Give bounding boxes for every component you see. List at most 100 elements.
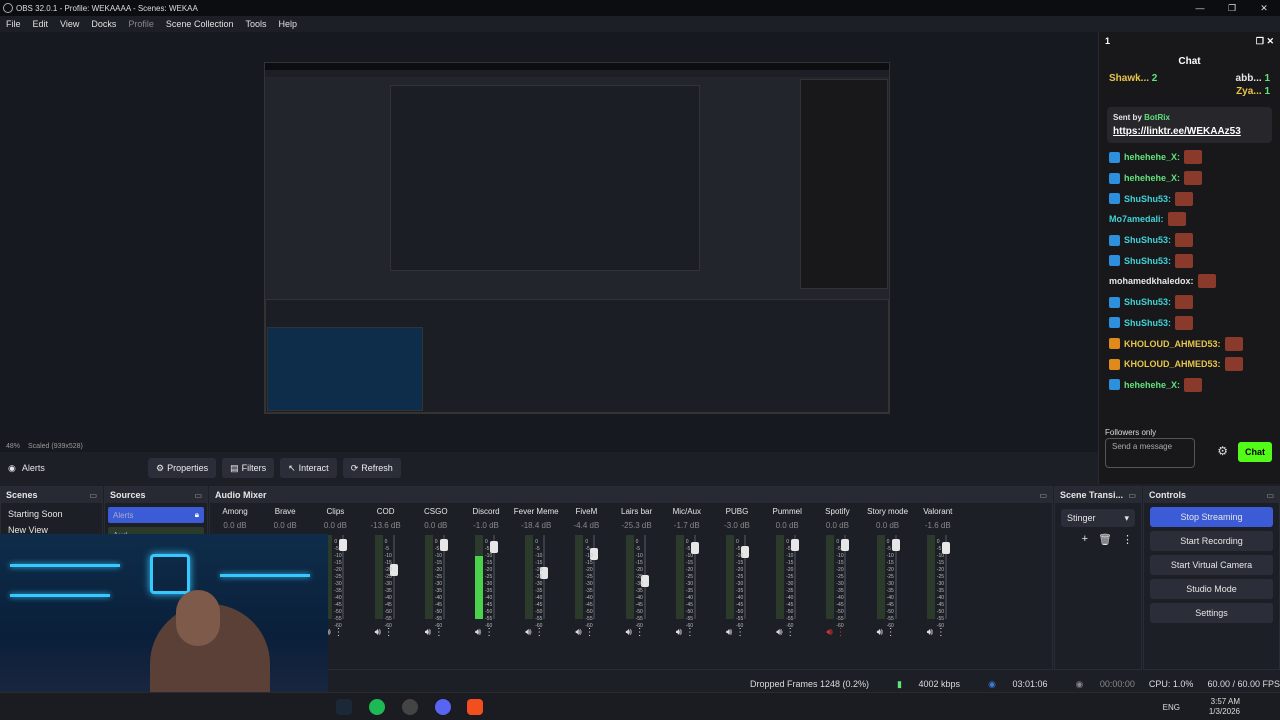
- menu-view[interactable]: View: [54, 19, 85, 29]
- chat-username[interactable]: ShuShu53:: [1124, 256, 1171, 266]
- mixer-channel: Discord -1.0 dB 0 -5 -10 -15 -20 -25 -30 -35 -40 -4…: [461, 503, 511, 663]
- scale-tick: -5: [936, 546, 942, 552]
- trash-icon[interactable]: 🗑︎: [1098, 533, 1112, 546]
- start-virtual-camera-button[interactable]: Start Virtual Camera: [1150, 555, 1273, 575]
- channel-volume: 0.0 dB: [424, 521, 448, 530]
- mute-icon[interactable]: 🔊︎ ⋮: [525, 627, 544, 638]
- chat-settings-icon[interactable]: ⚙: [1217, 444, 1228, 458]
- mute-icon[interactable]: 🔊︎ ⋮: [927, 627, 946, 638]
- menu-edit[interactable]: Edit: [27, 19, 55, 29]
- filters-button[interactable]: ▤ Filters: [222, 458, 275, 478]
- volume-fader[interactable]: [392, 535, 395, 619]
- scene-starting-soon[interactable]: Starting Soon: [1, 503, 102, 525]
- add-transition-icon[interactable]: +: [1082, 533, 1088, 546]
- menu-tools[interactable]: Tools: [239, 19, 272, 29]
- more-icon[interactable]: ⋮: [1122, 533, 1133, 546]
- scale-tick: -40: [635, 595, 643, 601]
- tray-time[interactable]: 3:57 AM: [1209, 697, 1240, 707]
- scale-tick: 0: [786, 539, 789, 545]
- properties-button[interactable]: ⚙ Properties: [148, 458, 217, 478]
- scale-tick: -30: [786, 581, 794, 587]
- start-recording-button[interactable]: Start Recording: [1150, 531, 1273, 551]
- spotify-icon[interactable]: [369, 699, 385, 715]
- mute-icon[interactable]: 🔊︎ ⋮: [475, 627, 494, 638]
- scale-tick: -5: [736, 546, 741, 552]
- mute-icon[interactable]: 🔊︎ ⋮: [575, 627, 594, 638]
- obs-icon[interactable]: [402, 699, 418, 715]
- interact-button[interactable]: ↖ Interact: [280, 458, 337, 478]
- preview-canvas[interactable]: [264, 62, 890, 414]
- lock-icon[interactable]: 🔒︎: [195, 510, 199, 520]
- maximize-button[interactable]: ❐: [1216, 0, 1248, 16]
- chat-username[interactable]: hehehehe_X:: [1124, 173, 1180, 183]
- figma-icon[interactable]: [467, 699, 483, 715]
- refresh-icon: ⟳: [350, 462, 359, 473]
- scale-tick: -55: [635, 616, 643, 622]
- tray-lang[interactable]: ENG: [1163, 703, 1180, 713]
- emote-icon: [1224, 336, 1243, 351]
- chat-username[interactable]: ShuShu53:: [1124, 235, 1171, 245]
- refresh-button[interactable]: ⟳ Refresh: [342, 458, 401, 478]
- chat-username[interactable]: ShuShu53:: [1124, 194, 1171, 204]
- chat-username[interactable]: ShuShu53:: [1124, 297, 1171, 307]
- scale-tick: -25: [936, 574, 945, 580]
- chat-username[interactable]: KHOLOUD_AHMED53:: [1124, 359, 1221, 369]
- scale-tick: -50: [535, 609, 543, 615]
- chat-send-button[interactable]: Chat: [1238, 442, 1272, 462]
- scale-tick: -30: [685, 581, 694, 587]
- mute-icon[interactable]: 🔊︎ ⋮: [826, 627, 845, 638]
- controls-header: Controls ▭: [1144, 487, 1279, 503]
- mute-icon[interactable]: 🔊︎ ⋮: [726, 627, 745, 638]
- mute-icon[interactable]: 🔊︎ ⋮: [425, 627, 444, 638]
- stop-streaming-button[interactable]: Stop Streaming: [1150, 507, 1273, 527]
- steam-icon[interactable]: [336, 699, 352, 715]
- discord-icon[interactable]: [435, 699, 451, 715]
- chat-username[interactable]: Mo7amedali:: [1109, 214, 1164, 224]
- channel-name: Brave: [274, 507, 296, 516]
- transition-select[interactable]: Stinger ▾: [1061, 509, 1135, 527]
- tray-date[interactable]: 1/3/2026: [1209, 707, 1240, 717]
- source-alerts[interactable]: Alerts 🔒︎: [108, 507, 204, 523]
- mute-icon[interactable]: 🔊︎ ⋮: [877, 627, 896, 638]
- close-button[interactable]: ✕: [1248, 0, 1280, 16]
- preview-area[interactable]: [0, 32, 1098, 440]
- scale-tick: 0: [936, 539, 940, 545]
- bitrate: ▮ 4002 kbps: [897, 678, 961, 689]
- settings-button[interactable]: Settings: [1150, 603, 1273, 623]
- menu-profile[interactable]: Profile: [122, 19, 160, 29]
- mute-icon[interactable]: 🔊︎ ⋮: [776, 627, 795, 638]
- menu-help[interactable]: Help: [272, 19, 303, 29]
- pinned-message[interactable]: Sent by BotRix https://linktr.ee/WEKAAz5…: [1107, 107, 1272, 143]
- minimize-button[interactable]: —: [1184, 0, 1216, 16]
- mute-icon[interactable]: 🔊︎ ⋮: [626, 627, 645, 638]
- zoom-level[interactable]: 48%: [6, 443, 20, 450]
- scale-tick: -35: [836, 588, 844, 594]
- transitions-dock: Scene Transi... ▭ Stinger ▾ + 🗑︎ ⋮: [1054, 486, 1142, 670]
- scale-tick: -10: [736, 553, 744, 559]
- chat-input[interactable]: Send a message: [1105, 438, 1195, 468]
- db-scale: 0-5-10-15-20-25-30-35-40-45-50-55-60: [836, 539, 843, 630]
- preview-zoom-bar: 48% Scaled (939x528): [0, 440, 1098, 452]
- menu-scene-collection[interactable]: Scene Collection: [160, 19, 240, 29]
- mute-icon[interactable]: 🔊︎ ⋮: [676, 627, 695, 638]
- studio-mode-button[interactable]: Studio Mode: [1150, 579, 1273, 599]
- scale-tick: -20: [635, 567, 643, 573]
- scale-tick: -5: [384, 546, 390, 552]
- menu-docks[interactable]: Docks: [85, 19, 122, 29]
- chat-username[interactable]: ShuShu53:: [1124, 318, 1171, 328]
- chat-username[interactable]: hehehehe_X:: [1124, 380, 1180, 390]
- scale-tick: -25: [836, 574, 844, 580]
- chat-username[interactable]: mohamedkhaledox:: [1109, 276, 1194, 286]
- pinned-link[interactable]: https://linktr.ee/WEKAAz53: [1113, 126, 1266, 137]
- scale-tick: -15: [635, 560, 643, 566]
- scaled-resolution: Scaled (939x528): [28, 442, 83, 450]
- scale-tick: 0: [384, 539, 388, 545]
- channel-volume: -1.6 dB: [924, 521, 951, 530]
- chat-username[interactable]: hehehehe_X:: [1124, 152, 1180, 162]
- chat-dock-controls[interactable]: ❐ ✕: [1256, 36, 1274, 47]
- db-scale: 0-5-10-15-20-25-30-35-40-45-50-55-60: [435, 539, 442, 630]
- menu-file[interactable]: File: [0, 19, 27, 29]
- chat-username[interactable]: KHOLOUD_AHMED53:: [1124, 339, 1221, 349]
- mute-icon[interactable]: 🔊︎ ⋮: [375, 627, 394, 638]
- channel-name: FiveM: [575, 507, 598, 516]
